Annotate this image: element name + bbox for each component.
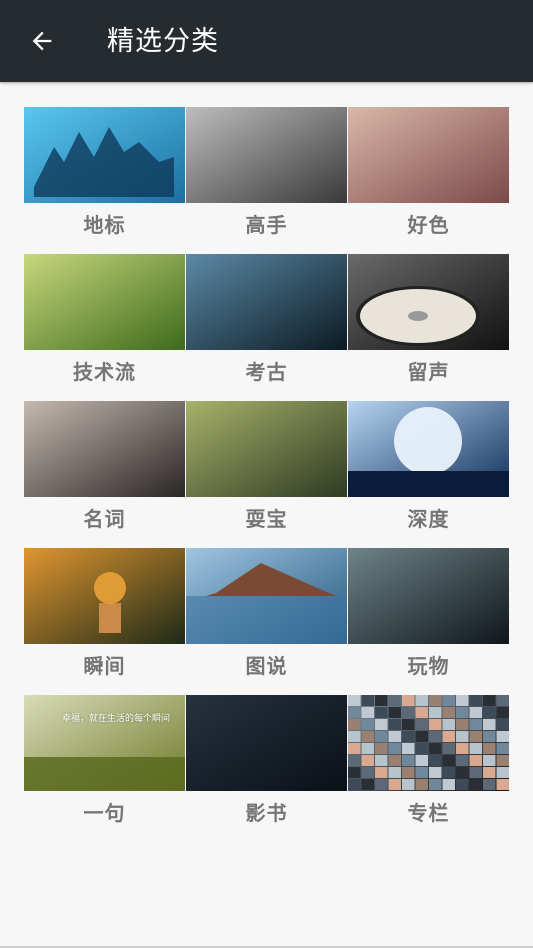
category-item[interactable]: 玩物 [348,548,509,688]
category-item[interactable]: 名词 [24,401,185,541]
category-thumbnail[interactable] [348,401,509,497]
category-item[interactable]: 幸福，就在生活的每个瞬间一句 [24,695,185,835]
category-thumbnail[interactable] [348,548,509,644]
category-item[interactable]: 图说 [186,548,347,688]
category-label: 深度 [407,507,450,531]
category-label: 影书 [245,801,288,825]
back-button[interactable] [24,23,60,59]
category-label: 玩物 [407,654,450,678]
category-item[interactable]: 深度 [348,401,509,541]
category-thumbnail[interactable] [24,548,185,644]
category-item[interactable]: 留声 [348,254,509,394]
category-item[interactable]: 好色 [348,107,509,247]
category-label: 高手 [245,213,288,237]
category-item[interactable]: 耍宝 [186,401,347,541]
category-thumbnail[interactable] [186,254,347,350]
category-label: 好色 [407,213,450,237]
category-item[interactable]: 地标 [24,107,185,247]
category-label: 一句 [83,801,126,825]
category-label: 专栏 [407,801,450,825]
category-item[interactable]: 高手 [186,107,347,247]
category-item[interactable]: 考古 [186,254,347,394]
category-label: 留声 [407,360,450,384]
category-thumbnail[interactable] [186,401,347,497]
category-label: 耍宝 [245,507,288,531]
arrow-left-icon [32,31,52,51]
category-thumbnail[interactable] [186,695,347,791]
category-thumbnail[interactable] [348,107,509,203]
category-thumbnail[interactable] [186,548,347,644]
category-item[interactable]: 技术流 [24,254,185,394]
category-thumbnail[interactable] [348,254,509,350]
category-thumbnail[interactable]: 幸福，就在生活的每个瞬间 [24,695,185,791]
category-label: 图说 [245,654,288,678]
category-thumbnail[interactable] [186,107,347,203]
category-thumbnail[interactable] [24,401,185,497]
page-title: 精选分类 [107,26,219,57]
category-label: 技术流 [73,360,136,384]
app-bar: 精选分类 [0,0,533,82]
category-label: 名词 [83,507,126,531]
category-item[interactable]: 专栏 [348,695,509,835]
thumbnail-caption: 幸福，就在生活的每个瞬间 [62,714,171,724]
category-thumbnail[interactable] [24,107,185,203]
category-thumbnail[interactable] [24,254,185,350]
category-thumbnail[interactable] [348,695,509,791]
category-item[interactable]: 影书 [186,695,347,835]
category-label: 考古 [245,360,288,384]
category-label: 地标 [83,213,126,237]
category-item[interactable]: 瞬间 [24,548,185,688]
category-label: 瞬间 [83,654,126,678]
